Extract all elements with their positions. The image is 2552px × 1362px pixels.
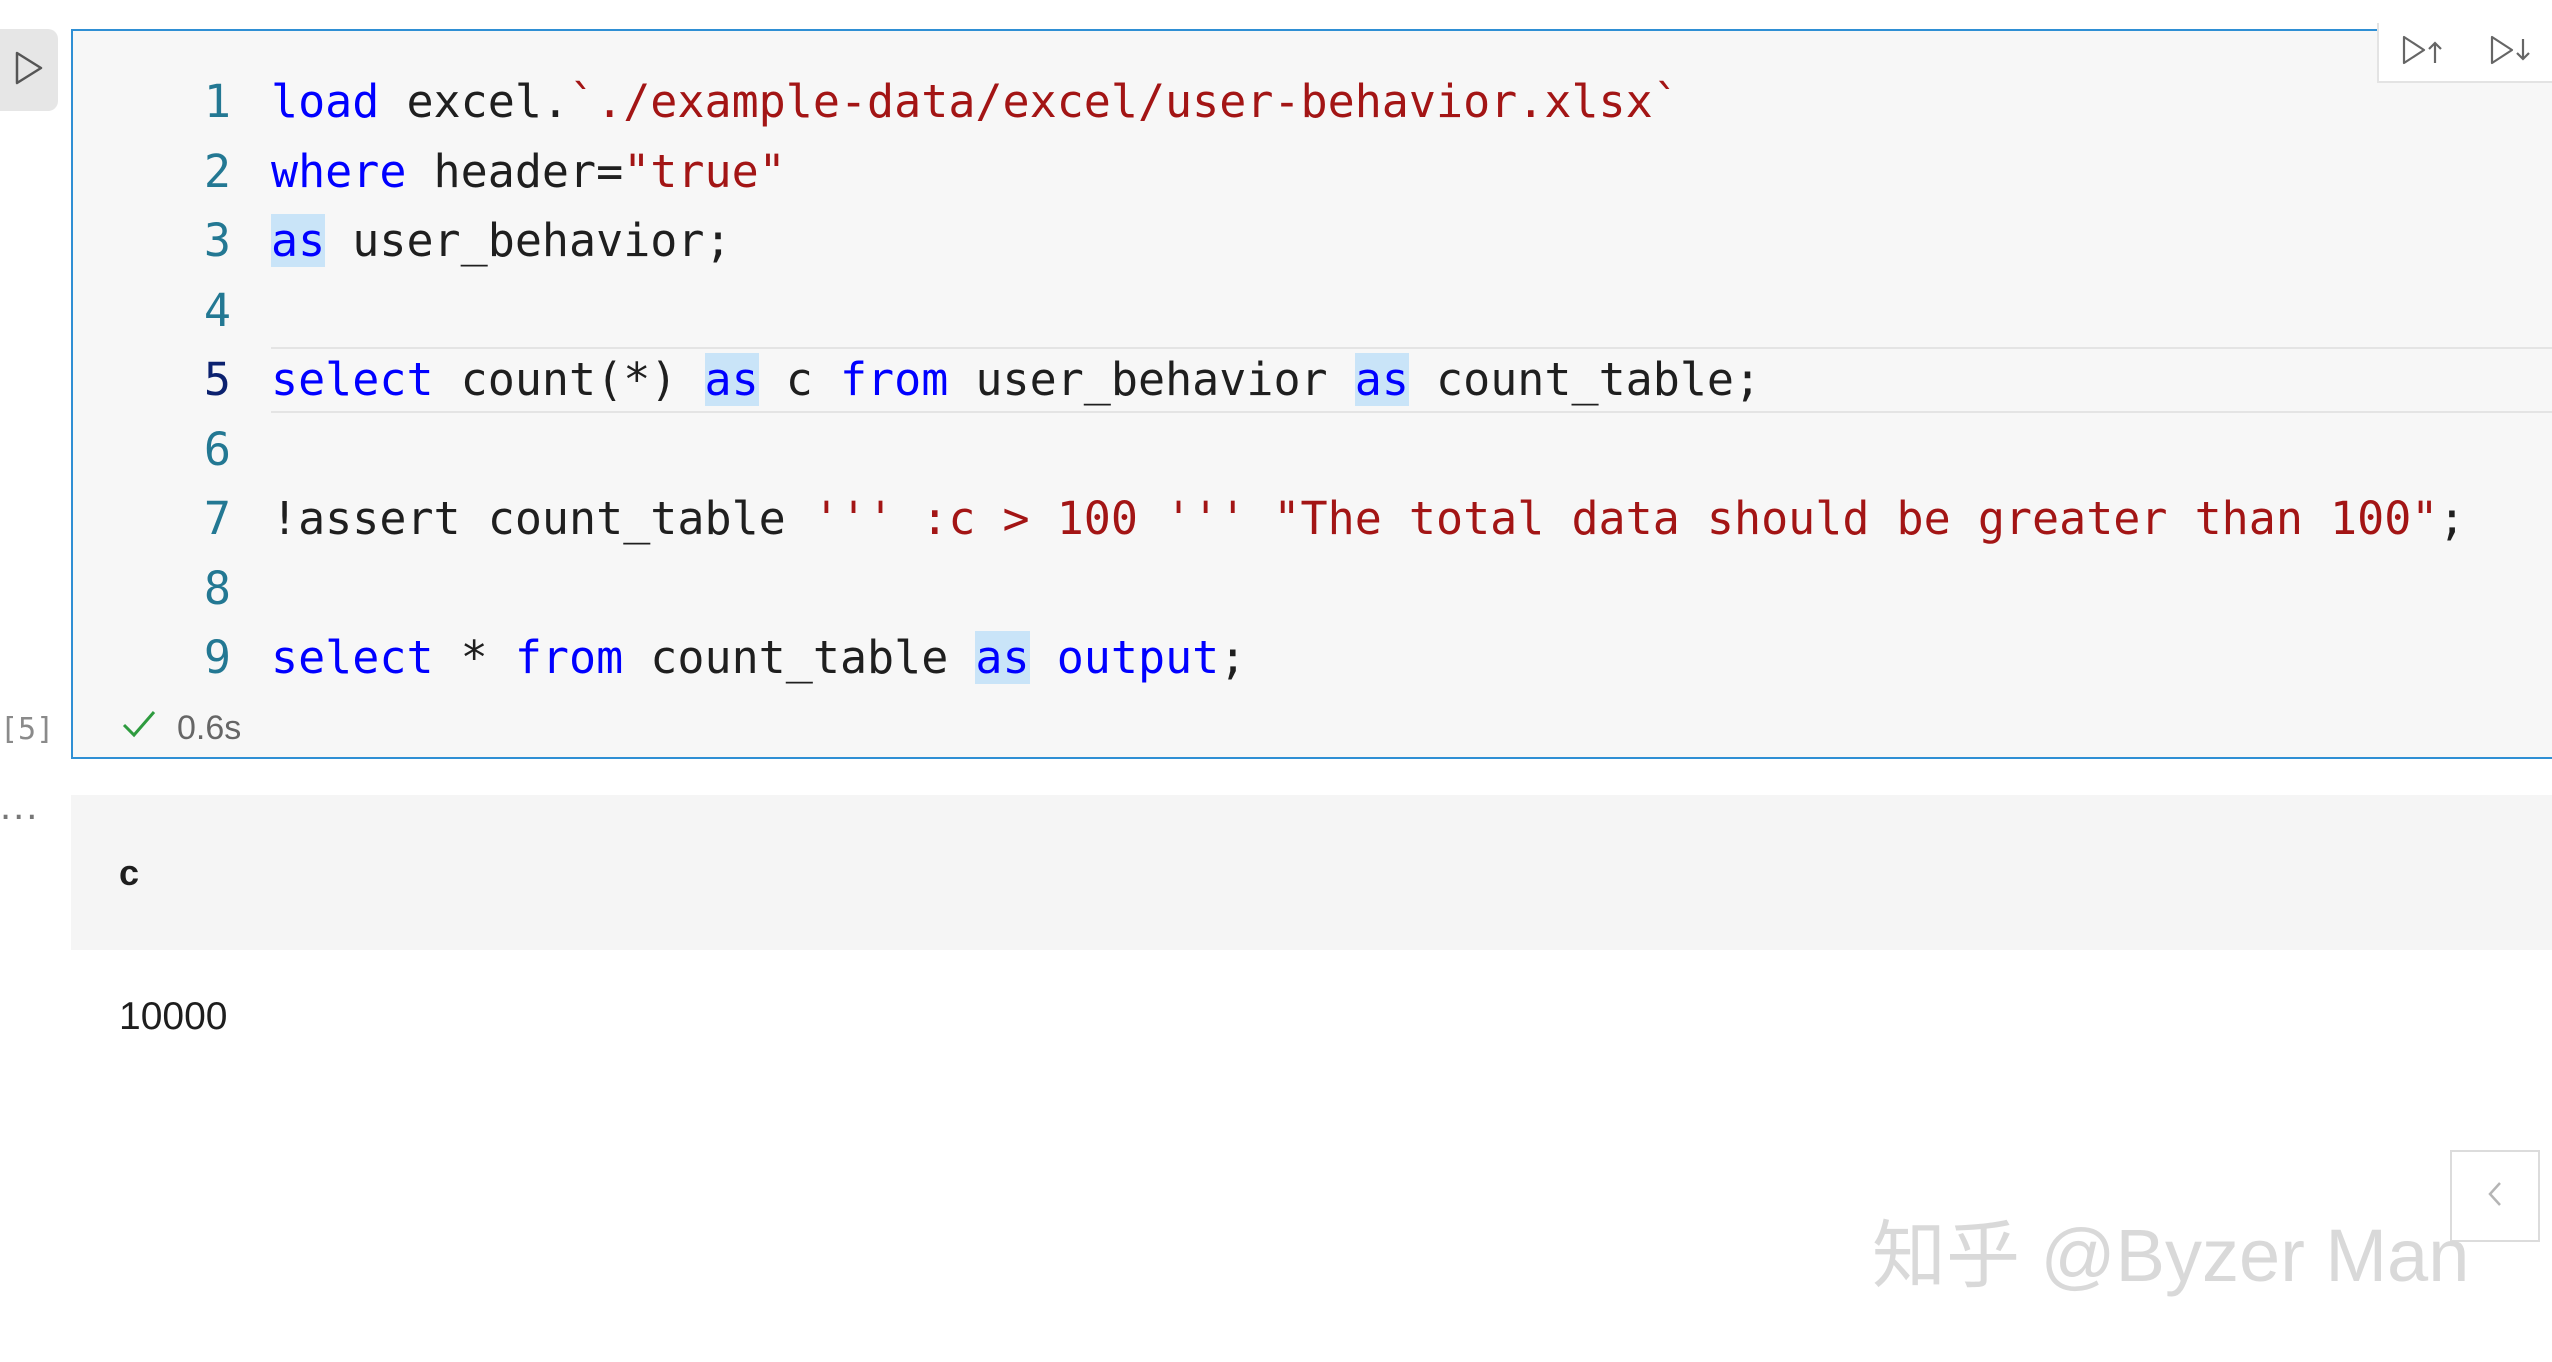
- code-token: from: [514, 631, 624, 684]
- code-line[interactable]: 4: [73, 276, 2552, 346]
- run-below-icon[interactable]: [2489, 33, 2533, 72]
- code-token: *: [433, 631, 515, 684]
- play-icon: [14, 51, 44, 90]
- code-text: select count(*) as c from user_behavior …: [271, 345, 1761, 415]
- code-text: load excel.`./example-data/excel/user-be…: [271, 67, 1680, 137]
- code-token: load: [271, 75, 380, 128]
- code-token: as: [975, 631, 1030, 684]
- watermark: 知乎 @Byzer Man: [1872, 1214, 2470, 1297]
- code-token: `./example-data/excel/user-behavior.xlsx…: [569, 75, 1680, 128]
- code-line[interactable]: 6: [73, 415, 2552, 485]
- execution-count: [5]: [0, 712, 55, 747]
- code-token: "true": [623, 144, 786, 198]
- line-number: 7: [203, 492, 231, 545]
- code-editor[interactable]: 1 load excel.`./example-data/excel/user-b…: [73, 67, 2552, 693]
- line-number: 1: [203, 75, 231, 128]
- line-number: 4: [203, 283, 231, 337]
- code-cell[interactable]: 1 load excel.`./example-data/excel/user-b…: [71, 23, 2552, 759]
- code-line[interactable]: 3 as user_behavior;: [73, 206, 2552, 276]
- code-token: as: [271, 214, 326, 267]
- code-token: user_behavior;: [325, 214, 732, 267]
- code-token: as: [1354, 353, 1409, 406]
- code-token: ;: [2438, 492, 2466, 545]
- output-column-header: c: [119, 852, 140, 893]
- code-line[interactable]: 7 !assert count_table ''' :c > 100 ''' "T…: [73, 484, 2552, 554]
- code-token: excel.: [379, 75, 570, 128]
- code-line[interactable]: 8: [73, 554, 2552, 624]
- code-token: select: [271, 631, 434, 684]
- line-number: 6: [203, 422, 231, 476]
- output-table-header: c: [71, 795, 2552, 950]
- code-text: where header="true": [271, 137, 786, 207]
- check-icon: [121, 708, 157, 749]
- code-token: count_table;: [1408, 353, 1762, 406]
- code-token: c: [758, 353, 840, 406]
- run-cell-button[interactable]: [0, 29, 58, 111]
- output-table-cell: 10000: [119, 995, 228, 1038]
- code-token: !assert count_table: [271, 492, 813, 545]
- code-line[interactable]: 9 select * from count_table as output;: [73, 623, 2552, 693]
- code-token: select: [271, 353, 434, 406]
- code-line[interactable]: 2 where header="true": [73, 137, 2552, 207]
- code-text: !assert count_table ''' :c > 100 ''' "Th…: [271, 484, 2466, 554]
- code-token: as: [704, 353, 759, 406]
- code-token: header=: [406, 144, 624, 198]
- code-token: count(*): [433, 353, 705, 406]
- code-token: count_table: [623, 631, 976, 684]
- line-number: 9: [203, 631, 231, 684]
- code-token: where: [271, 144, 407, 198]
- output-more-button[interactable]: ...: [0, 784, 39, 829]
- chevron-left-icon: [2483, 1179, 2507, 1214]
- run-above-icon[interactable]: [2401, 33, 2445, 72]
- code-token: ''' :c > 100 ''' "The total data should …: [812, 492, 2439, 545]
- cell-status: 0.6s: [121, 699, 241, 757]
- code-token: user_behavior: [948, 353, 1355, 406]
- code-token: output: [1056, 631, 1220, 684]
- code-token: from: [839, 353, 949, 406]
- line-number: 3: [203, 214, 231, 267]
- code-text: as user_behavior;: [271, 206, 732, 276]
- code-line[interactable]: 5 select count(*) as c from user_behavior…: [73, 345, 2552, 415]
- code-text: select * from count_table as output;: [271, 623, 1246, 693]
- line-number: 2: [203, 144, 231, 198]
- code-line[interactable]: 1 load excel.`./example-data/excel/user-b…: [73, 67, 2552, 137]
- line-number: 8: [203, 561, 231, 615]
- line-number: 5: [203, 353, 231, 406]
- execution-time: 0.6s: [177, 708, 242, 747]
- code-token: ;: [1219, 631, 1247, 684]
